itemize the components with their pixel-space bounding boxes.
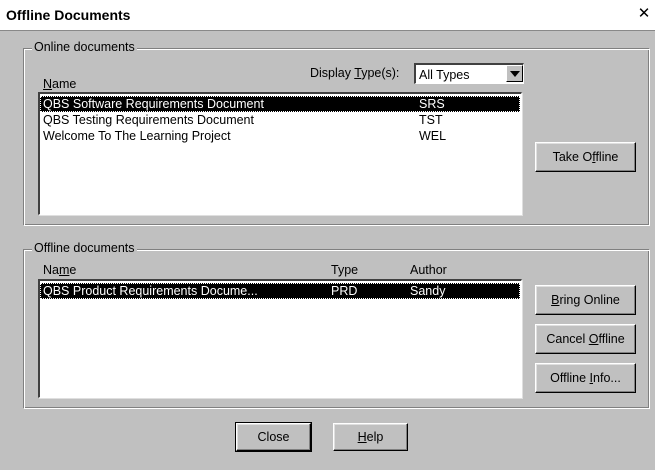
online-document-row[interactable]: Welcome To The Learning Project WEL xyxy=(40,128,520,144)
document-author: Sandy xyxy=(410,284,446,298)
offline-documents-dialog: Offline Documents ✕ Online documents Nam… xyxy=(0,0,655,470)
title-bar: Offline Documents ✕ xyxy=(0,0,655,31)
display-type-value: All Types xyxy=(419,68,470,82)
document-name: Welcome To The Learning Project xyxy=(43,129,231,143)
cancel-offline-button[interactable]: Cancel Offline xyxy=(535,324,636,354)
offline-type-column-header: Type xyxy=(331,263,359,277)
bring-online-button[interactable]: Bring Online xyxy=(535,285,636,315)
document-name: QBS Software Requirements Document xyxy=(43,97,264,111)
document-type: PRD xyxy=(331,284,358,298)
close-icon[interactable]: ✕ xyxy=(636,5,652,23)
dialog-title: Offline Documents xyxy=(6,7,131,23)
offline-name-column-header: Name xyxy=(43,263,77,277)
take-offline-button[interactable]: Take Offline xyxy=(535,142,636,172)
document-name: QBS Product Requirements Docume... xyxy=(43,284,258,298)
offline-documents-list[interactable]: QBS Product Requirements Docume... PRD S… xyxy=(38,279,522,398)
online-documents-list[interactable]: QBS Software Requirements Document SRS Q… xyxy=(38,92,522,215)
offline-documents-legend: Offline documents xyxy=(32,241,137,255)
display-type-select[interactable]: All Types xyxy=(414,63,524,84)
close-button[interactable]: Close xyxy=(235,422,312,452)
document-name: QBS Testing Requirements Document xyxy=(43,113,254,127)
online-name-column-header: Name xyxy=(43,77,77,91)
online-document-row[interactable]: QBS Testing Requirements Document TST xyxy=(40,112,520,128)
offline-document-row[interactable]: QBS Product Requirements Docume... PRD S… xyxy=(40,283,520,299)
chevron-down-icon[interactable] xyxy=(506,65,523,82)
online-documents-legend: Online documents xyxy=(32,40,137,54)
online-document-row[interactable]: QBS Software Requirements Document SRS xyxy=(40,96,520,112)
document-code: TST xyxy=(419,113,443,127)
help-button[interactable]: Help xyxy=(333,423,408,451)
display-type-label: Display Type(s): xyxy=(310,66,400,80)
document-code: SRS xyxy=(419,97,445,111)
offline-author-column-header: Author xyxy=(410,263,447,277)
document-code: WEL xyxy=(419,129,447,143)
offline-info-button[interactable]: Offline Info... xyxy=(535,363,636,393)
